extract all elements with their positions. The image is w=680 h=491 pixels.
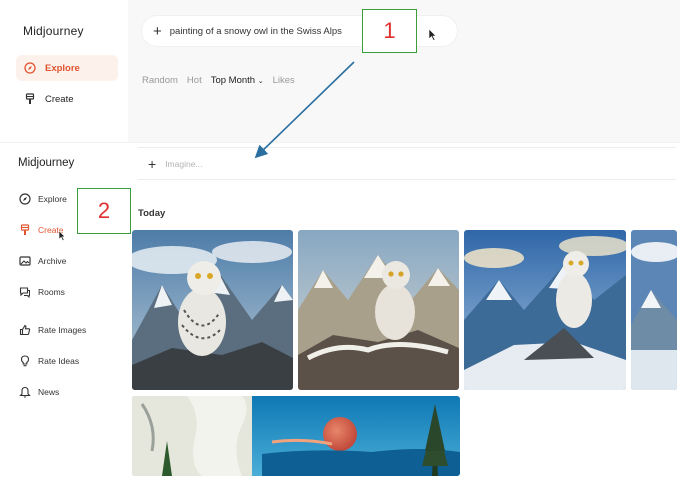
- annotation-arrow: [254, 61, 355, 159]
- step-marker-2: 2: [77, 188, 131, 234]
- step-marker-1: 1: [362, 9, 417, 53]
